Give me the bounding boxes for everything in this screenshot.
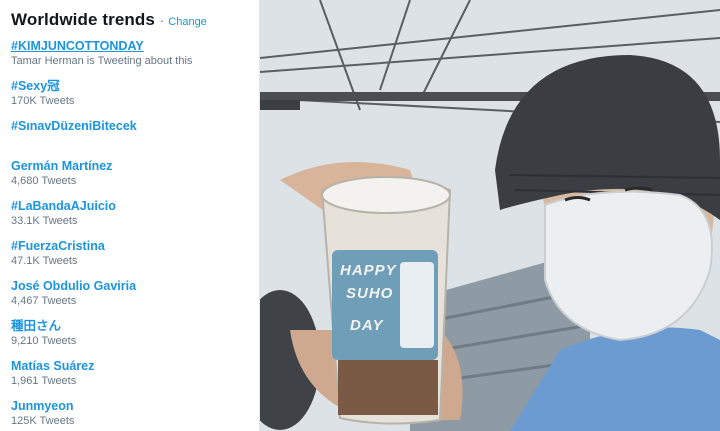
- trend-meta: 47.1K Tweets: [11, 255, 78, 267]
- trend-meta: 125K Tweets: [11, 415, 75, 427]
- drink-contents: [338, 360, 438, 415]
- trend-meta: Tamar Herman is Tweeting about this: [11, 55, 193, 67]
- trend-name[interactable]: Matías Suárez: [11, 358, 259, 374]
- trend-name[interactable]: #Sexy冠: [11, 78, 259, 94]
- trend-meta: 4,467 Tweets: [11, 295, 77, 307]
- cup-text-line: HAPPY: [340, 262, 398, 279]
- cup-text-line: SUHO: [346, 285, 393, 302]
- trend-name[interactable]: #SınavDüzeniBitecek: [11, 118, 259, 134]
- trend-name[interactable]: #FuerzaCristina: [11, 238, 259, 254]
- trend-name[interactable]: Junmyeon: [11, 398, 259, 414]
- trend-meta: 4,680 Tweets: [11, 175, 77, 187]
- trend-name[interactable]: #LaBandaAJuicio: [11, 198, 259, 214]
- trend-name[interactable]: 種田さん: [11, 318, 259, 334]
- trend-item[interactable]: Junmyeon 125K Tweets: [11, 398, 259, 431]
- trend-meta: 1,961 Tweets: [11, 375, 77, 387]
- trend-item[interactable]: #Sexy冠 170K Tweets: [11, 78, 259, 118]
- shadow-edge: [260, 100, 300, 110]
- trend-item[interactable]: Matías Suárez 1,961 Tweets: [11, 358, 259, 398]
- change-location-link[interactable]: Change: [168, 16, 207, 28]
- title-separator: ·: [159, 13, 165, 28]
- trend-item[interactable]: José Obdulio Gaviria 4,467 Tweets: [11, 278, 259, 318]
- photocard: [400, 262, 434, 348]
- trend-item[interactable]: Germán Martínez 4,680 Tweets: [11, 158, 259, 198]
- photo-illustration: HAPPY SUHO DAY: [260, 0, 720, 431]
- trends-title: Worldwide trends: [11, 10, 155, 29]
- trends-header: Worldwide trends · Change: [11, 10, 259, 38]
- trend-name[interactable]: #KIMJUNCOTTONDAY: [11, 38, 259, 54]
- trend-name[interactable]: Germán Martínez: [11, 158, 259, 174]
- selfie-photo: HAPPY SUHO DAY: [260, 0, 720, 431]
- trend-item[interactable]: 種田さん 9,210 Tweets: [11, 318, 259, 358]
- cup-lid: [321, 176, 451, 214]
- trend-item[interactable]: #LaBandaAJuicio 33.1K Tweets: [11, 198, 259, 238]
- trend-meta: 170K Tweets: [11, 95, 75, 107]
- trend-meta: 9,210 Tweets: [11, 335, 77, 347]
- worldwide-trends-panel: Worldwide trends · Change #KIMJUNCOTTOND…: [0, 0, 260, 431]
- trend-meta: 33.1K Tweets: [11, 215, 78, 227]
- trend-item[interactable]: #SınavDüzeniBitecek: [11, 118, 259, 158]
- trend-item[interactable]: #KIMJUNCOTTONDAY Tamar Herman is Tweetin…: [11, 38, 259, 78]
- trend-name[interactable]: José Obdulio Gaviria: [11, 278, 259, 294]
- cup-text-line: DAY: [350, 317, 385, 334]
- trend-item[interactable]: #FuerzaCristina 47.1K Tweets: [11, 238, 259, 278]
